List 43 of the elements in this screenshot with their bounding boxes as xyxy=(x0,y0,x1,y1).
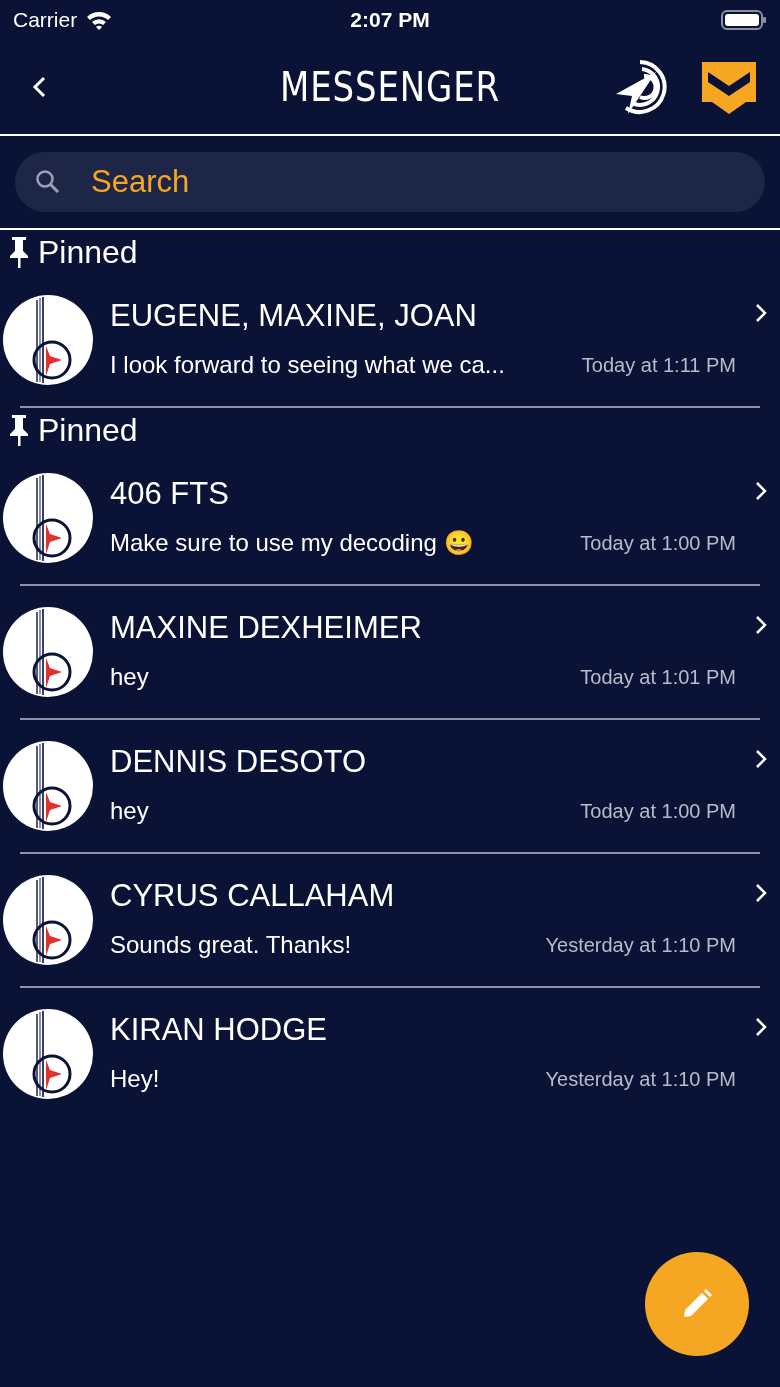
contact-name: KIRAN HODGE xyxy=(110,1011,328,1049)
chevron-icon xyxy=(754,1016,768,1038)
contact-name: CYRUS CALLAHAM xyxy=(110,877,395,915)
chevron-icon xyxy=(754,480,768,502)
conversation-item[interactable]: KIRAN HODGE Hey! Yesterday at 1:10 PM xyxy=(0,988,780,1120)
contact-name: DENNIS DESOTO xyxy=(110,743,367,781)
conversation-item[interactable]: CYRUS CALLAHAM Sounds great. Thanks! Yesterday at 1:10 PM xyxy=(0,854,780,986)
message-preview: hey xyxy=(110,796,149,826)
contact-name: MAXINE DEXHEIMER xyxy=(110,609,422,647)
message-preview: Hey! xyxy=(110,1064,160,1094)
wifi-icon xyxy=(85,9,114,31)
conversation-item[interactable]: 406 FTS Make sure to use my decoding 😀 Today at 1:00 PM xyxy=(0,452,780,584)
message-preview: Sounds great. Thanks! xyxy=(110,930,352,960)
message-time: Today at 1:11 PM xyxy=(581,353,736,378)
pin-icon xyxy=(8,413,30,447)
battery-icon xyxy=(721,9,767,31)
conversation-item[interactable]: DENNIS DESOTO hey Today at 1:00 PM xyxy=(0,720,780,852)
message-time: Today at 1:01 PM xyxy=(580,665,736,690)
contact-name: 406 FTS xyxy=(110,475,229,513)
clock: 2:07 PM xyxy=(350,7,430,34)
message-time: Yesterday at 1:10 PM xyxy=(545,933,736,958)
search-field[interactable]: Search xyxy=(15,152,765,212)
contact-name: EUGENE, MAXINE, JOAN xyxy=(110,297,477,335)
chevron-icon xyxy=(754,302,768,324)
chevron-icon xyxy=(754,748,768,770)
pencil-icon xyxy=(682,1289,712,1319)
message-preview: Make sure to use my decoding 😀 xyxy=(110,528,474,558)
message-preview: hey xyxy=(110,662,149,692)
section-header: Pinned xyxy=(38,233,138,272)
mail-logo-icon[interactable] xyxy=(700,60,758,114)
section-header: Pinned xyxy=(38,411,138,450)
conversation-item[interactable]: EUGENE, MAXINE, JOAN I look forward to seeing what we ca... Today at 1:11 PM xyxy=(0,274,780,406)
message-time: Yesterday at 1:10 PM xyxy=(545,1067,736,1092)
chevron-icon xyxy=(754,882,768,904)
carrier-label: Carrier xyxy=(13,7,78,34)
search-icon xyxy=(35,169,61,195)
message-time: Today at 1:00 PM xyxy=(580,799,736,824)
message-preview: I look forward to seeing what we ca... xyxy=(110,350,505,380)
conversation-item[interactable]: MAXINE DEXHEIMER hey Today at 1:01 PM xyxy=(0,586,780,718)
message-time: Today at 1:00 PM xyxy=(580,531,736,556)
pin-icon xyxy=(8,235,30,269)
page-title: MESSENGER xyxy=(280,63,500,112)
chevron-icon xyxy=(754,614,768,636)
